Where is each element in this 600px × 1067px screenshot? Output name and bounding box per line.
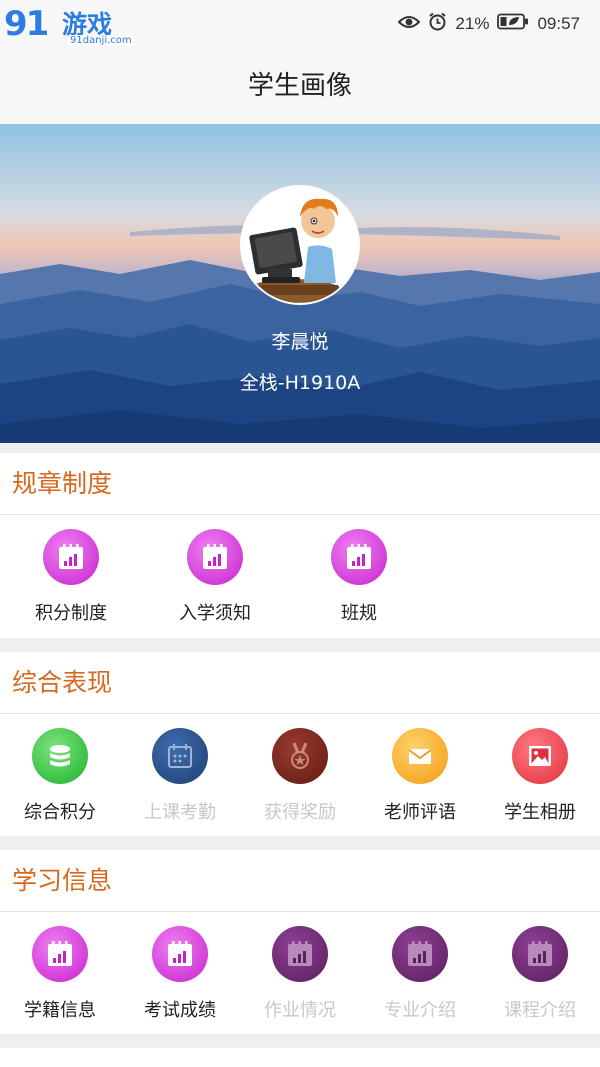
watermark-number: 91	[4, 4, 49, 44]
grid-item-total-points[interactable]: 综合积分	[0, 714, 120, 834]
student-class: 全栈-H1910A	[239, 372, 361, 394]
grid-item-label: 综合积分	[24, 802, 96, 823]
page-title: 学生画像	[247, 71, 352, 101]
grid-item-enrollment-info[interactable]: 学籍信息	[0, 912, 120, 1032]
grid-item-label: 考试成绩	[144, 1000, 216, 1021]
section-title: 综合表现	[0, 652, 600, 714]
coin-stack-icon	[32, 728, 88, 784]
section-title: 学习信息	[0, 850, 600, 912]
alarm-icon	[428, 12, 447, 36]
grid-item-major-intro[interactable]: 专业介绍	[360, 912, 480, 1032]
attendance-calendar-icon	[152, 728, 208, 784]
grid-item-homework[interactable]: 作业情况	[240, 912, 360, 1032]
grid-item-label: 学籍信息	[24, 1000, 96, 1021]
photo-album-icon	[512, 728, 568, 784]
grid-item-label: 上课考勤	[144, 802, 216, 823]
watermark-url: 91danji.com	[68, 35, 134, 46]
eye-icon	[398, 14, 421, 35]
grid-item-awards[interactable]: 获得奖励	[240, 714, 360, 834]
grid-item-class-rules[interactable]: 班规	[299, 515, 419, 635]
calendar-chart-icon	[392, 926, 448, 982]
student-name: 李晨悦	[271, 331, 329, 353]
battery-icon	[497, 13, 529, 35]
envelope-icon	[392, 728, 448, 784]
grid-item-label: 积分制度	[35, 603, 107, 624]
status-right: 21% 09:57	[398, 12, 580, 36]
student-at-computer-illustration	[242, 187, 358, 303]
calendar-chart-icon	[32, 926, 88, 982]
calendar-chart-icon	[152, 926, 208, 982]
grid-item-label: 获得奖励	[264, 802, 336, 823]
clock-time: 09:57	[537, 14, 580, 33]
section-grid: 综合积分 上课考勤 获得奖励 老师评语 学生相册	[0, 714, 600, 834]
grid-item-admission-notes[interactable]: 入学须知	[155, 515, 275, 635]
watermark-logo: 91 游戏 91danji.com	[4, 2, 136, 48]
section-grid: 积分制度 入学须知 班规	[0, 515, 600, 635]
calendar-chart-icon	[272, 926, 328, 982]
calendar-chart-icon	[43, 529, 99, 585]
grid-item-label: 专业介绍	[384, 1000, 456, 1021]
grid-item-student-album[interactable]: 学生相册	[480, 714, 600, 834]
grid-item-label: 课程介绍	[504, 1000, 576, 1021]
calendar-chart-icon	[331, 529, 387, 585]
status-bar: 91 游戏 91danji.com 21% 09:57	[0, 0, 600, 50]
section-title: 规章制度	[0, 453, 600, 515]
medal-icon	[272, 728, 328, 784]
grid-item-label: 学生相册	[504, 802, 576, 823]
grid-item-label: 入学须知	[179, 603, 251, 624]
next-section-edge	[0, 1048, 600, 1067]
grid-item-points-system[interactable]: 积分制度	[11, 515, 131, 635]
title-bar: 学生画像	[0, 50, 600, 124]
calendar-chart-icon	[187, 529, 243, 585]
grid-item-label: 班规	[341, 603, 377, 624]
grid-item-label: 作业情况	[264, 1000, 336, 1021]
screen: 91 游戏 91danji.com 21% 09:57 学生画像 李晨悦 全栈-…	[0, 0, 600, 1067]
grid-item-label: 老师评语	[384, 802, 456, 823]
section-grid: 学籍信息 考试成绩 作业情况 专业介绍 课程介绍	[0, 912, 600, 1032]
grid-item-attendance[interactable]: 上课考勤	[120, 714, 240, 834]
grid-item-teacher-comments[interactable]: 老师评语	[360, 714, 480, 834]
grid-item-course-intro[interactable]: 课程介绍	[480, 912, 600, 1032]
rules-section: 规章制度 积分制度 入学须知 班规	[0, 453, 600, 638]
performance-section: 综合表现 综合积分 上课考勤 获得奖励 老师评语 学生相册	[0, 652, 600, 836]
calendar-chart-icon	[512, 926, 568, 982]
grid-item-exam-scores[interactable]: 考试成绩	[120, 912, 240, 1032]
battery-percent: 21%	[455, 14, 490, 33]
avatar[interactable]	[240, 185, 360, 305]
study-info-section: 学习信息 学籍信息 考试成绩 作业情况 专业介绍 课程介绍	[0, 850, 600, 1034]
